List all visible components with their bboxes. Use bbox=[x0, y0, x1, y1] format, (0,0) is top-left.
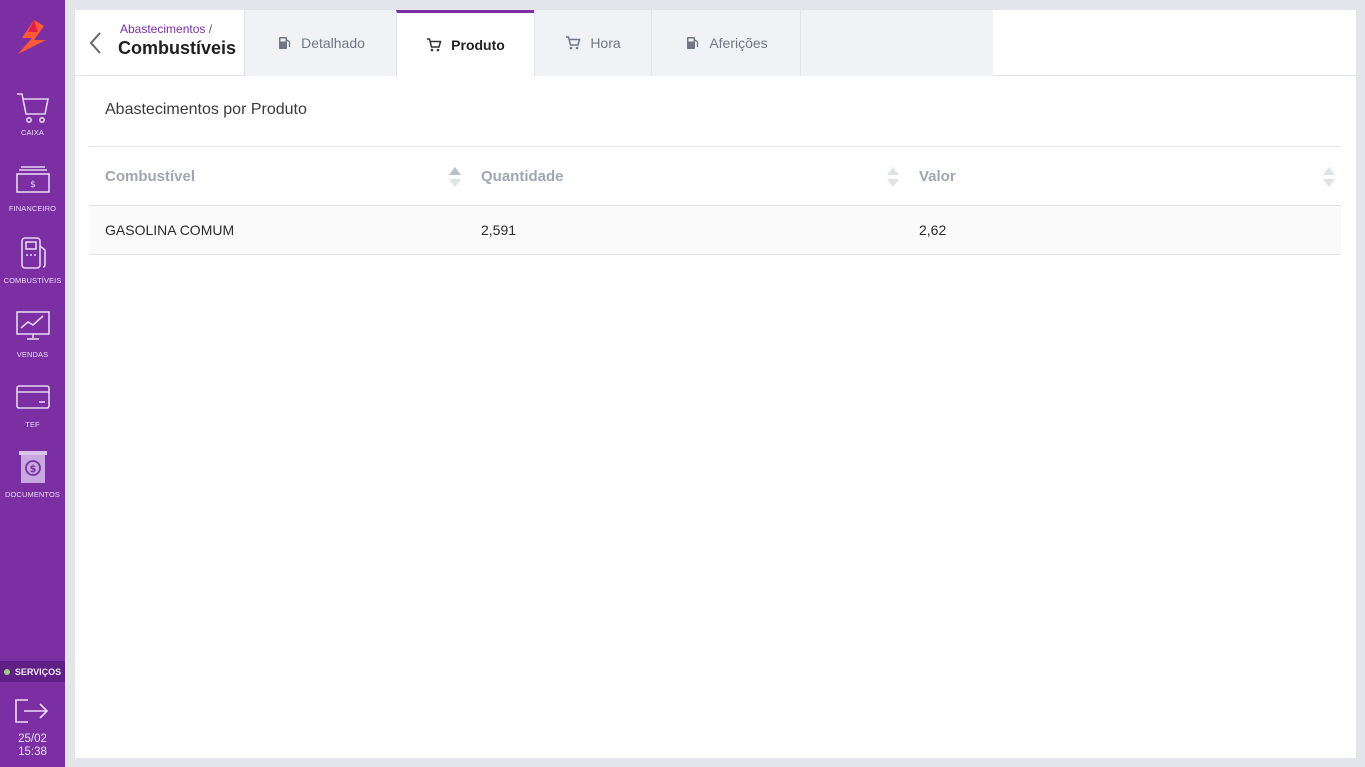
cell-valor: 2,62 bbox=[919, 222, 947, 238]
sidebar-item-financeiro[interactable]: $ FINANCEIRO bbox=[0, 166, 65, 213]
section-title: Abastecimentos por Produto bbox=[105, 101, 307, 118]
column-header-valor[interactable]: Valor bbox=[919, 147, 956, 205]
sidebar-item-label: VENDAS bbox=[16, 350, 49, 359]
tab-label: Hora bbox=[590, 35, 621, 51]
tab-label: Detalhado bbox=[301, 35, 365, 51]
sidebar-item-caixa[interactable]: CAIXA bbox=[0, 90, 65, 137]
sidebar-item-documentos[interactable]: $ DOCUMENTOS bbox=[0, 450, 65, 499]
fuel-pump-icon bbox=[279, 37, 291, 49]
breadcrumb[interactable]: Abastecimentos / bbox=[120, 22, 212, 36]
header: Abastecimentos / Combustíveis Detalhado … bbox=[75, 10, 1356, 77]
cell-quantidade: 2,591 bbox=[481, 222, 517, 238]
sidebar-item-combustiveis[interactable]: COMBUSTÍVEIS bbox=[0, 236, 65, 285]
svg-text:$: $ bbox=[30, 180, 36, 190]
chevron-left-icon bbox=[89, 32, 101, 54]
clock: 25/02 15:38 bbox=[0, 733, 65, 759]
column-header-quantidade[interactable]: Quantidade bbox=[481, 147, 564, 205]
document-dollar-icon: $ bbox=[18, 451, 47, 483]
time-text: 15:38 bbox=[18, 746, 47, 758]
tab-detalhado[interactable]: Detalhado bbox=[244, 10, 396, 76]
sidebar-item-label: FINANCEIRO bbox=[8, 204, 57, 213]
logo-icon[interactable] bbox=[14, 18, 50, 56]
cart-icon bbox=[566, 36, 581, 50]
cart-icon bbox=[16, 93, 49, 123]
table-row[interactable]: GASOLINA COMUM 2,591 2,62 bbox=[90, 206, 1341, 255]
tab-hora[interactable]: Hora bbox=[534, 10, 651, 76]
product-table: Combustível Quantidade Valor GASOLINA CO… bbox=[90, 146, 1341, 255]
sidebar-item-vendas[interactable]: VENDAS bbox=[0, 310, 65, 359]
date-text: 25/02 bbox=[18, 733, 47, 745]
sidebar: CAIXA $ FINANCEIRO COMBUSTÍVEIS VENDAS T… bbox=[0, 0, 65, 767]
services-label: SERVIÇOS bbox=[14, 666, 62, 677]
tab-afericoes[interactable]: Aferições bbox=[651, 10, 800, 76]
page-title: Combustíveis bbox=[118, 38, 237, 58]
sidebar-item-label: TEF bbox=[25, 420, 40, 429]
table-header: Combustível Quantidade Valor bbox=[90, 146, 1341, 206]
logout-icon bbox=[15, 699, 49, 723]
services-status[interactable]: SERVIÇOS bbox=[0, 661, 65, 682]
breadcrumb-link[interactable]: Abastecimentos bbox=[120, 22, 205, 36]
logout-button[interactable] bbox=[14, 694, 50, 726]
sidebar-item-tef[interactable]: TEF bbox=[0, 384, 65, 429]
column-header-combustivel[interactable]: Combustível bbox=[105, 147, 195, 205]
sidebar-item-label: COMBUSTÍVEIS bbox=[3, 276, 62, 285]
sort-icon[interactable] bbox=[1322, 166, 1336, 188]
money-icon: $ bbox=[15, 166, 50, 193]
sidebar-item-label: DOCUMENTOS bbox=[4, 490, 61, 499]
cell-combustivel: GASOLINA COMUM bbox=[105, 222, 235, 238]
tab-label: Aferições bbox=[709, 35, 768, 51]
sort-icon[interactable] bbox=[448, 166, 462, 188]
sidebar-item-label: CAIXA bbox=[20, 128, 44, 137]
back-button[interactable] bbox=[87, 30, 105, 56]
sort-icon[interactable] bbox=[886, 166, 900, 188]
fuel-pump-icon bbox=[687, 37, 699, 49]
breadcrumb-separator: / bbox=[208, 22, 213, 36]
tab-bar-filler bbox=[800, 10, 993, 76]
card-icon bbox=[15, 385, 50, 409]
cart-icon bbox=[427, 38, 442, 52]
monitor-chart-icon bbox=[15, 311, 50, 340]
fuel-pump-icon bbox=[20, 237, 46, 269]
status-dot bbox=[3, 668, 10, 675]
tab-label: Produto bbox=[451, 37, 505, 53]
tab-produto[interactable]: Produto bbox=[396, 10, 534, 77]
svg-text:$: $ bbox=[29, 464, 36, 475]
main-panel: Abastecimentos / Combustíveis Detalhado … bbox=[75, 10, 1356, 758]
